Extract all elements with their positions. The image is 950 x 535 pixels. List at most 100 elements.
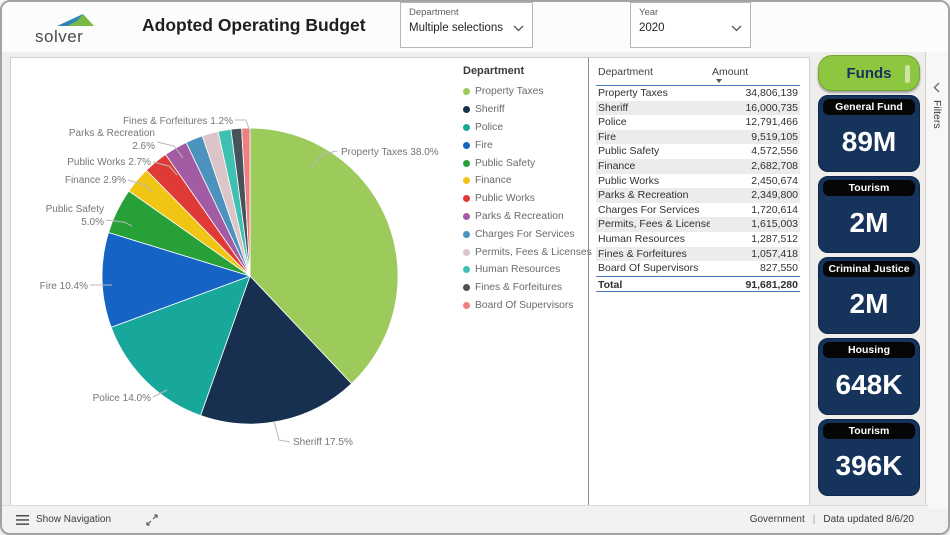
table-row[interactable]: Public Safety4,572,556	[596, 144, 800, 159]
callout-line	[274, 421, 290, 442]
pie-data-label: Public Works 2.7%	[67, 157, 151, 168]
table-row[interactable]: Board Of Supervisors827,550	[596, 261, 800, 276]
footer-updated: Data updated 8/6/20	[823, 514, 914, 525]
cell-amount: 1,057,418	[710, 247, 800, 262]
page-title: Adopted Operating Budget	[142, 15, 366, 36]
table-row[interactable]: Finance2,682,708	[596, 159, 800, 174]
table-row[interactable]: Fire9,519,105	[596, 130, 800, 145]
show-navigation-button[interactable]: Show Navigation	[16, 506, 158, 533]
legend-label: Parks & Recreation	[475, 211, 564, 222]
legend-item-board-of-supervisors[interactable]: Board Of Supervisors	[463, 297, 587, 315]
table-row[interactable]: Parks & Recreation2,349,800	[596, 188, 800, 203]
funds-button[interactable]: Funds	[818, 55, 920, 91]
fund-card-criminal-justice[interactable]: Criminal Justice 2M	[818, 257, 920, 334]
cell-department: Sheriff	[596, 101, 710, 116]
sort-descending-icon	[716, 79, 722, 83]
table-row[interactable]: Property Taxes34,806,139	[596, 86, 800, 101]
fund-card-housing[interactable]: Housing648K	[818, 338, 920, 415]
table-header-row[interactable]: Department Amount	[596, 64, 800, 86]
legend-item-human-resources[interactable]: Human Resources	[463, 261, 587, 279]
legend-label: Property Taxes	[475, 86, 544, 97]
fund-card-value: 648K	[819, 369, 919, 401]
report-header: solver Adopted Operating Budget Departme…	[2, 2, 948, 52]
legend-color-dot	[463, 266, 470, 273]
solver-logo-icon	[57, 12, 95, 27]
column-header-department[interactable]: Department	[596, 66, 710, 84]
table-row[interactable]: Sheriff16,000,735	[596, 101, 800, 116]
table-row[interactable]: Charges For Services1,720,614	[596, 203, 800, 218]
year-dropdown[interactable]: Year 2020	[630, 2, 751, 48]
filters-tab[interactable]: Filters	[931, 100, 943, 129]
legend-color-dot	[463, 177, 470, 184]
table-row[interactable]: Fines & Forfeitures1,057,418	[596, 247, 800, 262]
legend-color-dot	[463, 106, 470, 113]
legend-color-dot	[463, 160, 470, 167]
legend-color-dot	[463, 88, 470, 95]
legend-item-fire[interactable]: Fire	[463, 136, 587, 154]
legend-item-permits-fees-licenses[interactable]: Permits, Fees & Licenses	[463, 243, 587, 261]
legend-label: Finance	[475, 175, 512, 186]
filters-pane-collapsed: Filters	[925, 52, 948, 509]
cell-department: Fire	[596, 130, 710, 145]
hamburger-icon	[16, 515, 29, 525]
legend-label: Public Safety	[475, 158, 535, 169]
pie-data-label: 2.6%	[132, 141, 155, 152]
cell-amount: 16,000,735	[710, 101, 800, 116]
department-dropdown[interactable]: Department Multiple selections	[400, 2, 533, 48]
solver-logo: solver	[35, 9, 107, 49]
legend-color-dot	[463, 302, 470, 309]
cell-amount: 2,682,708	[710, 159, 800, 174]
legend-label: Human Resources	[475, 264, 560, 275]
funds-scroll-indicator[interactable]	[905, 65, 910, 83]
cell-department: Police	[596, 115, 710, 130]
table-row[interactable]: Public Works2,450,674	[596, 174, 800, 189]
pie-data-label: 5.0%	[81, 217, 104, 228]
cell-amount: 1,720,614	[710, 203, 800, 218]
legend-title: Department	[463, 65, 587, 77]
legend-label: Fines & Forfeitures	[475, 282, 562, 293]
department-dropdown-value: Multiple selections	[409, 22, 503, 34]
cell-department: Permits, Fees & Licenses	[596, 217, 710, 232]
fund-card-tourism[interactable]: Tourism2M	[818, 176, 920, 253]
cell-department: Public Safety	[596, 144, 710, 159]
fund-card-tourism[interactable]: Tourism396K	[818, 419, 920, 496]
legend-label: Board Of Supervisors	[475, 300, 573, 311]
fit-to-screen-icon[interactable]	[146, 514, 158, 526]
legend-color-dot	[463, 231, 470, 238]
legend-label: Sheriff	[475, 104, 505, 115]
cell-amount: 827,550	[710, 261, 800, 276]
year-dropdown-label: Year	[639, 7, 742, 18]
cell-department: Property Taxes	[596, 86, 710, 101]
pie-data-label: Police 14.0%	[93, 393, 151, 404]
expand-filters-chevron-icon[interactable]	[933, 82, 941, 93]
total-label: Total	[596, 277, 710, 293]
legend-item-fines-forfeitures[interactable]: Fines & Forfeitures	[463, 279, 587, 297]
legend-item-sheriff[interactable]: Sheriff	[463, 101, 587, 119]
table-row[interactable]: Human Resources1,287,512	[596, 232, 800, 247]
cell-amount: 12,791,466	[710, 115, 800, 130]
cell-amount: 1,615,003	[710, 217, 800, 232]
cell-amount: 34,806,139	[710, 86, 800, 101]
funds-rail: Funds General Fund89MTourism2MCriminal J…	[814, 55, 922, 507]
footer-source: Government	[750, 514, 805, 525]
budget-table: Department Amount Property Taxes34,806,1…	[596, 64, 800, 292]
legend-item-finance[interactable]: Finance	[463, 172, 587, 190]
column-header-amount[interactable]: Amount	[710, 66, 800, 84]
legend-item-public-safety[interactable]: Public Safety	[463, 154, 587, 172]
legend-item-parks-recreation[interactable]: Parks & Recreation	[463, 208, 587, 226]
fund-card-title: Tourism	[823, 180, 915, 196]
cell-amount: 9,519,105	[710, 130, 800, 145]
table-row[interactable]: Permits, Fees & Licenses1,615,003	[596, 217, 800, 232]
pie-legend: Department Property TaxesSheriffPoliceFi…	[463, 65, 587, 314]
legend-item-police[interactable]: Police	[463, 119, 587, 137]
legend-item-public-works[interactable]: Public Works	[463, 190, 587, 208]
report-window: solver Adopted Operating Budget Departme…	[0, 0, 950, 535]
cell-department: Finance	[596, 159, 710, 174]
fund-card-general-fund[interactable]: General Fund89M	[818, 95, 920, 172]
fund-card-title: Criminal Justice	[823, 261, 915, 277]
cell-department: Human Resources	[596, 232, 710, 247]
legend-item-property-taxes[interactable]: Property Taxes	[463, 83, 587, 101]
legend-item-charges-for-services[interactable]: Charges For Services	[463, 225, 587, 243]
table-row[interactable]: Police12,791,466	[596, 115, 800, 130]
fund-card-value: 2M	[819, 288, 919, 320]
